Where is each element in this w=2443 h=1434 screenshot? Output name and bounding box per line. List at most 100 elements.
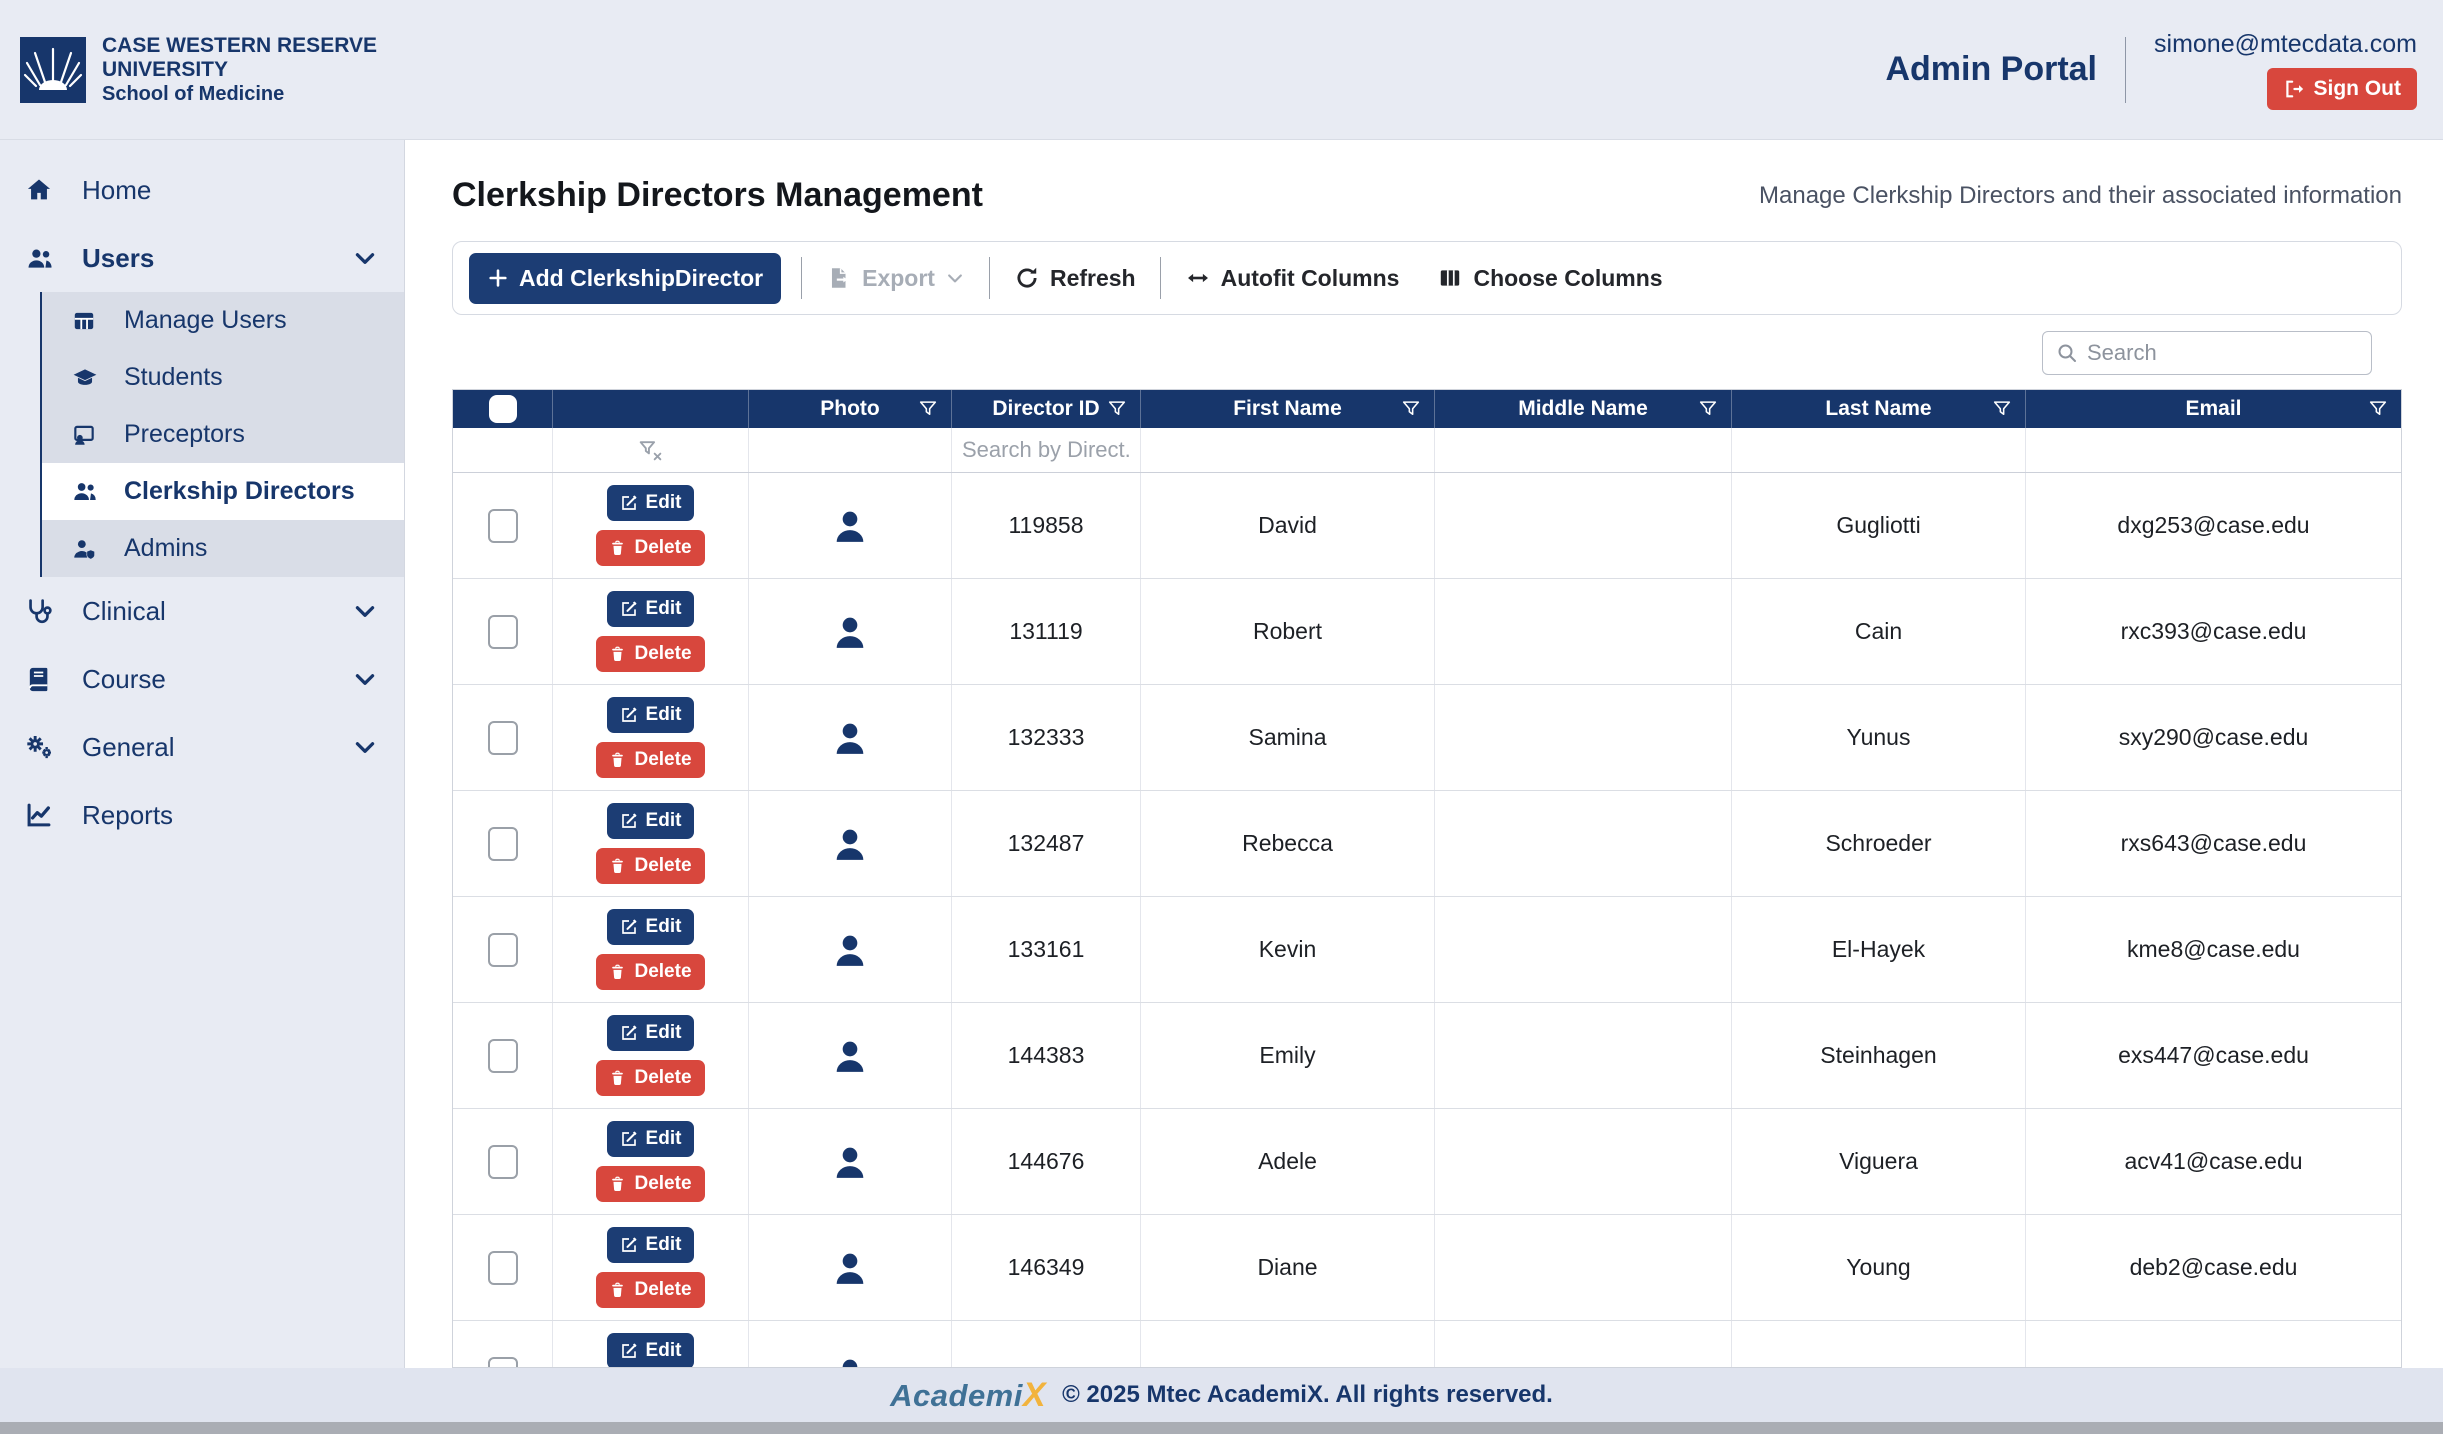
- first-name-cell: Robert: [1141, 579, 1435, 684]
- edit-button[interactable]: Edit: [607, 909, 695, 945]
- edit-button[interactable]: Edit: [607, 1015, 695, 1051]
- column-header-email[interactable]: Email: [2026, 390, 2401, 428]
- users-icon: [24, 243, 56, 273]
- sidebar-item-reports[interactable]: Reports: [0, 781, 404, 849]
- sidebar-item-admins[interactable]: Admins: [42, 520, 404, 577]
- page-title: Clerkship Directors Management: [452, 176, 983, 215]
- row-checkbox[interactable]: [488, 827, 518, 861]
- edit-pencil-icon: [620, 812, 638, 830]
- sidebar-item-clinical[interactable]: Clinical: [0, 577, 404, 645]
- edit-pencil-icon: [620, 918, 638, 936]
- middle-name-cell: [1435, 473, 1732, 578]
- sign-out-button[interactable]: Sign Out: [2267, 68, 2418, 110]
- delete-button[interactable]: Delete: [596, 1166, 704, 1202]
- row-checkbox[interactable]: [488, 509, 518, 543]
- column-header-photo[interactable]: Photo: [749, 390, 952, 428]
- delete-button[interactable]: Delete: [596, 848, 704, 884]
- filter-funnel-icon[interactable]: [1400, 398, 1422, 420]
- gears-icon: [24, 732, 56, 762]
- edit-button[interactable]: Edit: [607, 1121, 695, 1157]
- row-checkbox[interactable]: [488, 1251, 518, 1285]
- first-name-cell: Adele: [1141, 1109, 1435, 1214]
- refresh-button[interactable]: Refresh: [1010, 259, 1140, 298]
- delete-button[interactable]: Delete: [596, 1060, 704, 1096]
- row-checkbox[interactable]: [488, 1357, 518, 1368]
- filter-funnel-icon[interactable]: [917, 398, 939, 420]
- edit-button[interactable]: Edit: [607, 1333, 695, 1367]
- sidebar-item-home[interactable]: Home: [0, 156, 404, 224]
- edit-button[interactable]: Edit: [607, 485, 695, 521]
- last-name-cell: Viguera: [1732, 1109, 2026, 1214]
- sidebar-item-manage-users[interactable]: Manage Users: [42, 292, 404, 349]
- photo-cell: [749, 1003, 952, 1108]
- first-name-cell: David: [1141, 473, 1435, 578]
- sidebar-item-clerkship-directors[interactable]: Clerkship Directors: [42, 463, 404, 520]
- filter-funnel-icon[interactable]: [2367, 398, 2389, 420]
- row-checkbox[interactable]: [488, 1145, 518, 1179]
- avatar-icon: [830, 1142, 870, 1182]
- email-cell: sxy290@case.edu: [2026, 685, 2401, 790]
- edit-pencil-icon: [620, 1342, 638, 1360]
- edit-button[interactable]: Edit: [607, 1227, 695, 1263]
- row-checkbox[interactable]: [488, 615, 518, 649]
- first-name-cell: Samina: [1141, 685, 1435, 790]
- preceptor-icon: [70, 421, 100, 449]
- column-header-first-name[interactable]: First Name: [1141, 390, 1435, 428]
- select-all-checkbox[interactable]: [489, 395, 517, 423]
- academix-logo: AcademiX: [890, 1376, 1046, 1415]
- delete-button[interactable]: Delete: [596, 954, 704, 990]
- edit-button-label: Edit: [646, 1340, 682, 1362]
- avatar-icon: [830, 1248, 870, 1288]
- edit-button[interactable]: Edit: [607, 697, 695, 733]
- delete-button[interactable]: Delete: [596, 1272, 704, 1308]
- email-cell: rxs643@case.edu: [2026, 791, 2401, 896]
- filter-funnel-icon[interactable]: [1697, 398, 1719, 420]
- middle-name-cell: [1435, 791, 1732, 896]
- column-header-middle-name[interactable]: Middle Name: [1435, 390, 1732, 428]
- delete-button[interactable]: Delete: [596, 742, 704, 778]
- middle-name-cell: [1435, 1003, 1732, 1108]
- sidebar-item-general[interactable]: General: [0, 713, 404, 781]
- middle-name-cell: [1435, 1215, 1732, 1320]
- add-clerkship-director-button[interactable]: Add ClerkshipDirector: [469, 253, 781, 304]
- row-checkbox[interactable]: [488, 933, 518, 967]
- director-id-filter-input[interactable]: [952, 437, 1140, 463]
- clear-filter-icon[interactable]: [637, 438, 664, 463]
- sidebar-item-label: Reports: [82, 800, 378, 831]
- row-checkbox[interactable]: [488, 1039, 518, 1073]
- chevron-down-icon: [945, 268, 965, 288]
- column-header-last-name[interactable]: Last Name: [1732, 390, 2026, 428]
- plus-icon: [487, 267, 509, 289]
- filter-funnel-icon[interactable]: [1991, 398, 2013, 420]
- last-name-cell: Yunus: [1732, 685, 2026, 790]
- sidebar-item-course[interactable]: Course: [0, 645, 404, 713]
- sidebar-item-preceptors[interactable]: Preceptors: [42, 406, 404, 463]
- search-input[interactable]: [2087, 340, 2375, 366]
- sidebar-item-users[interactable]: Users: [0, 224, 404, 292]
- sidebar-item-students[interactable]: Students: [42, 349, 404, 406]
- filter-funnel-icon[interactable]: [1106, 398, 1128, 420]
- refresh-label: Refresh: [1050, 265, 1136, 292]
- graduation-cap-icon: [70, 364, 100, 392]
- row-actions-cell: Edit Delete: [553, 473, 749, 578]
- table-body: Edit Delete 119858 David Gugliotti dxg25…: [453, 473, 2401, 1367]
- row-actions-cell: Edit Delete: [553, 579, 749, 684]
- edit-pencil-icon: [620, 1130, 638, 1148]
- edit-button[interactable]: Edit: [607, 591, 695, 627]
- edit-button[interactable]: Edit: [607, 803, 695, 839]
- director-id-cell: 144676: [952, 1109, 1141, 1214]
- delete-button[interactable]: Delete: [596, 530, 704, 566]
- first-name-cell: Rebecca: [1141, 791, 1435, 896]
- avatar-icon: [830, 930, 870, 970]
- cwru-sunburst-logo-icon: [20, 37, 86, 103]
- users-submenu: Manage Users Students Preceptors: [40, 292, 404, 577]
- sidebar-item-label: General: [82, 732, 326, 763]
- row-checkbox[interactable]: [488, 721, 518, 755]
- export-button[interactable]: Export: [822, 259, 969, 298]
- choose-columns-button[interactable]: Choose Columns: [1433, 259, 1666, 298]
- delete-button[interactable]: Delete: [596, 636, 704, 672]
- autofit-columns-button[interactable]: Autofit Columns: [1181, 259, 1404, 298]
- autofit-columns-label: Autofit Columns: [1221, 265, 1400, 292]
- column-header-director-id[interactable]: Director ID: [952, 390, 1141, 428]
- email-cell: deb2@case.edu: [2026, 1215, 2401, 1320]
